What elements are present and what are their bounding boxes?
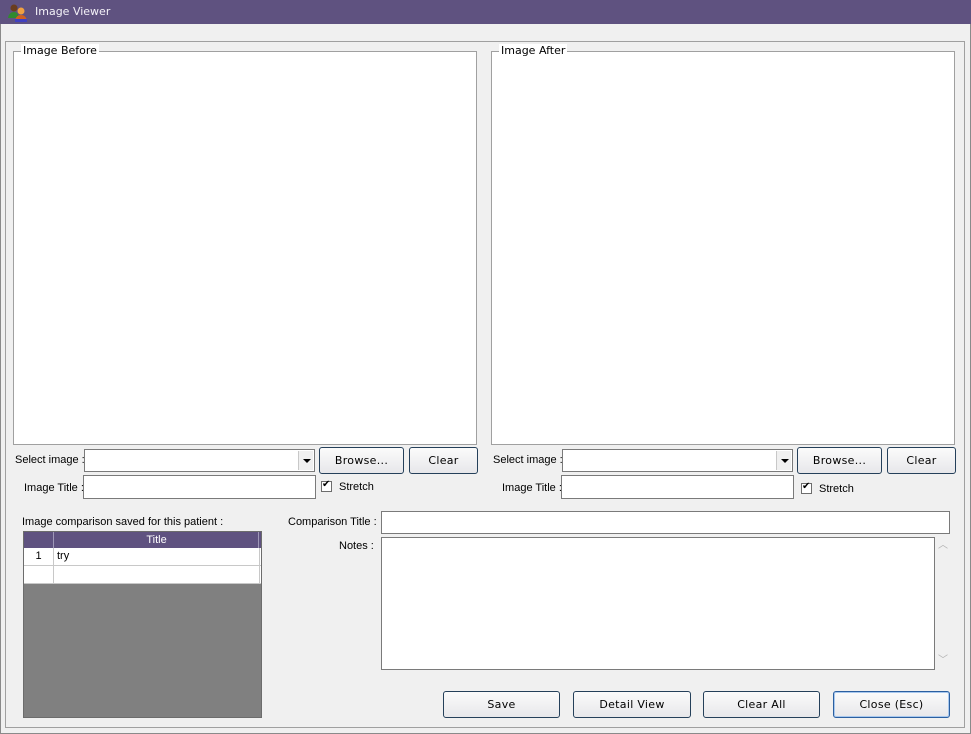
comparison-title-input[interactable] (381, 511, 950, 534)
before-select-image-label: Select image : (15, 454, 85, 466)
cell-divider (259, 548, 260, 565)
before-stretch-label: Stretch (339, 481, 374, 493)
comparison-title-label: Comparison Title : (288, 516, 377, 528)
row-number: 1 (24, 548, 54, 565)
table-row[interactable]: 1 try (24, 548, 261, 566)
grid-row-header-corner (24, 532, 54, 548)
image-after-label: Image After (499, 44, 568, 58)
before-browse-button[interactable]: Browse... (319, 447, 404, 474)
chevron-down-icon[interactable] (298, 451, 313, 470)
grid-column-title[interactable]: Title (55, 532, 259, 548)
after-image-title-label: Image Title : (502, 482, 562, 494)
after-stretch-label: Stretch (819, 483, 854, 495)
after-stretch-checkbox[interactable] (801, 481, 812, 494)
before-image-title-label: Image Title : (24, 482, 84, 494)
grid-header: Title (24, 532, 261, 548)
after-browse-button[interactable]: Browse... (797, 447, 882, 474)
notes-textarea[interactable] (381, 537, 935, 670)
title-bar: Image Viewer (0, 0, 971, 24)
after-clear-button[interactable]: Clear (887, 447, 956, 474)
notes-label: Notes : (339, 540, 374, 552)
detail-view-button[interactable]: Detail View (573, 691, 691, 718)
before-clear-button[interactable]: Clear (409, 447, 478, 474)
users-icon (8, 4, 27, 22)
table-row[interactable] (24, 566, 261, 584)
scroll-up-icon[interactable]: ︿ (937, 541, 949, 551)
image-before-group: Image Before (13, 44, 477, 445)
scroll-down-icon[interactable]: ﹀ (937, 656, 949, 666)
after-image-title-input[interactable] (561, 475, 794, 499)
saved-comparisons-grid[interactable]: Title 1 try (23, 531, 262, 718)
image-before-label: Image Before (21, 44, 99, 58)
saved-comparisons-label: Image comparison saved for this patient … (22, 516, 224, 528)
before-select-image-combo[interactable] (84, 449, 315, 472)
row-title: try (57, 550, 70, 562)
row-number (24, 566, 54, 583)
close-button[interactable]: Close (Esc) (833, 691, 950, 718)
clear-all-button[interactable]: Clear All (703, 691, 820, 718)
after-select-image-combo[interactable] (562, 449, 793, 472)
before-stretch-checkbox[interactable] (321, 479, 332, 492)
image-after-group: Image After (491, 44, 955, 445)
cell-divider (259, 566, 260, 583)
after-select-image-label: Select image : (493, 454, 563, 466)
chevron-down-icon[interactable] (776, 451, 791, 470)
window-title: Image Viewer (35, 5, 111, 18)
save-button[interactable]: Save (443, 691, 560, 718)
before-image-title-input[interactable] (83, 475, 316, 499)
